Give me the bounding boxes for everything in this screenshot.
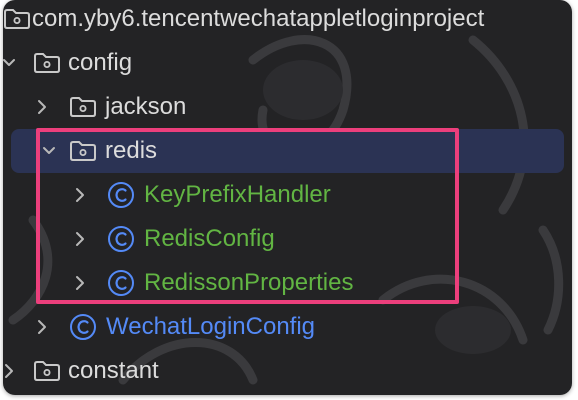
chevron-right-icon[interactable] [3,361,19,381]
tree-item-label: RedissonProperties [144,269,354,296]
class-icon [70,314,96,340]
tree-item-label: jackson [105,93,187,120]
tree-item-label: RedisConfig [144,225,275,252]
tree-item-jackson[interactable]: jackson [3,85,572,129]
chevron-down-icon[interactable] [39,141,59,161]
folder-icon [70,97,96,117]
chevron-right-icon[interactable] [32,97,52,117]
class-icon [108,226,134,252]
tree-item-wechat-login-config[interactable]: WechatLoginConfig [3,305,572,349]
folder-icon [70,141,96,161]
tree-item-root-package[interactable]: com.yby6.tencentwechatappletloginproject [3,0,572,41]
chevron-right-icon[interactable] [32,317,52,337]
class-icon [108,270,134,296]
chevron-down-icon[interactable] [3,53,19,73]
folder-icon [34,361,60,381]
tree-item-config[interactable]: config [3,41,572,85]
tree-item-redis[interactable]: redis [11,129,564,173]
class-icon [108,182,134,208]
tree-item-label: redis [105,137,158,164]
folder-icon [4,9,30,29]
tree-item-label: KeyPrefixHandler [144,181,331,208]
tree-item-label: config [68,49,133,76]
chevron-right-icon[interactable] [70,229,90,249]
tree-item-label: constant [68,357,159,384]
tree-item-key-prefix-handler[interactable]: KeyPrefixHandler [3,173,572,217]
tree-item-label: com.yby6.tencentwechatappletloginproject [32,5,485,32]
tree-item-label: WechatLoginConfig [106,313,316,340]
chevron-right-icon[interactable] [70,185,90,205]
project-tree-panel: com.yby6.tencentwechatappletloginproject… [3,0,572,395]
tree-item-constant[interactable]: constant [3,349,572,393]
tree-item-redis-config[interactable]: RedisConfig [3,217,572,261]
chevron-right-icon[interactable] [70,273,90,293]
folder-icon [34,53,60,73]
tree-item-redisson-properties[interactable]: RedissonProperties [3,261,572,305]
